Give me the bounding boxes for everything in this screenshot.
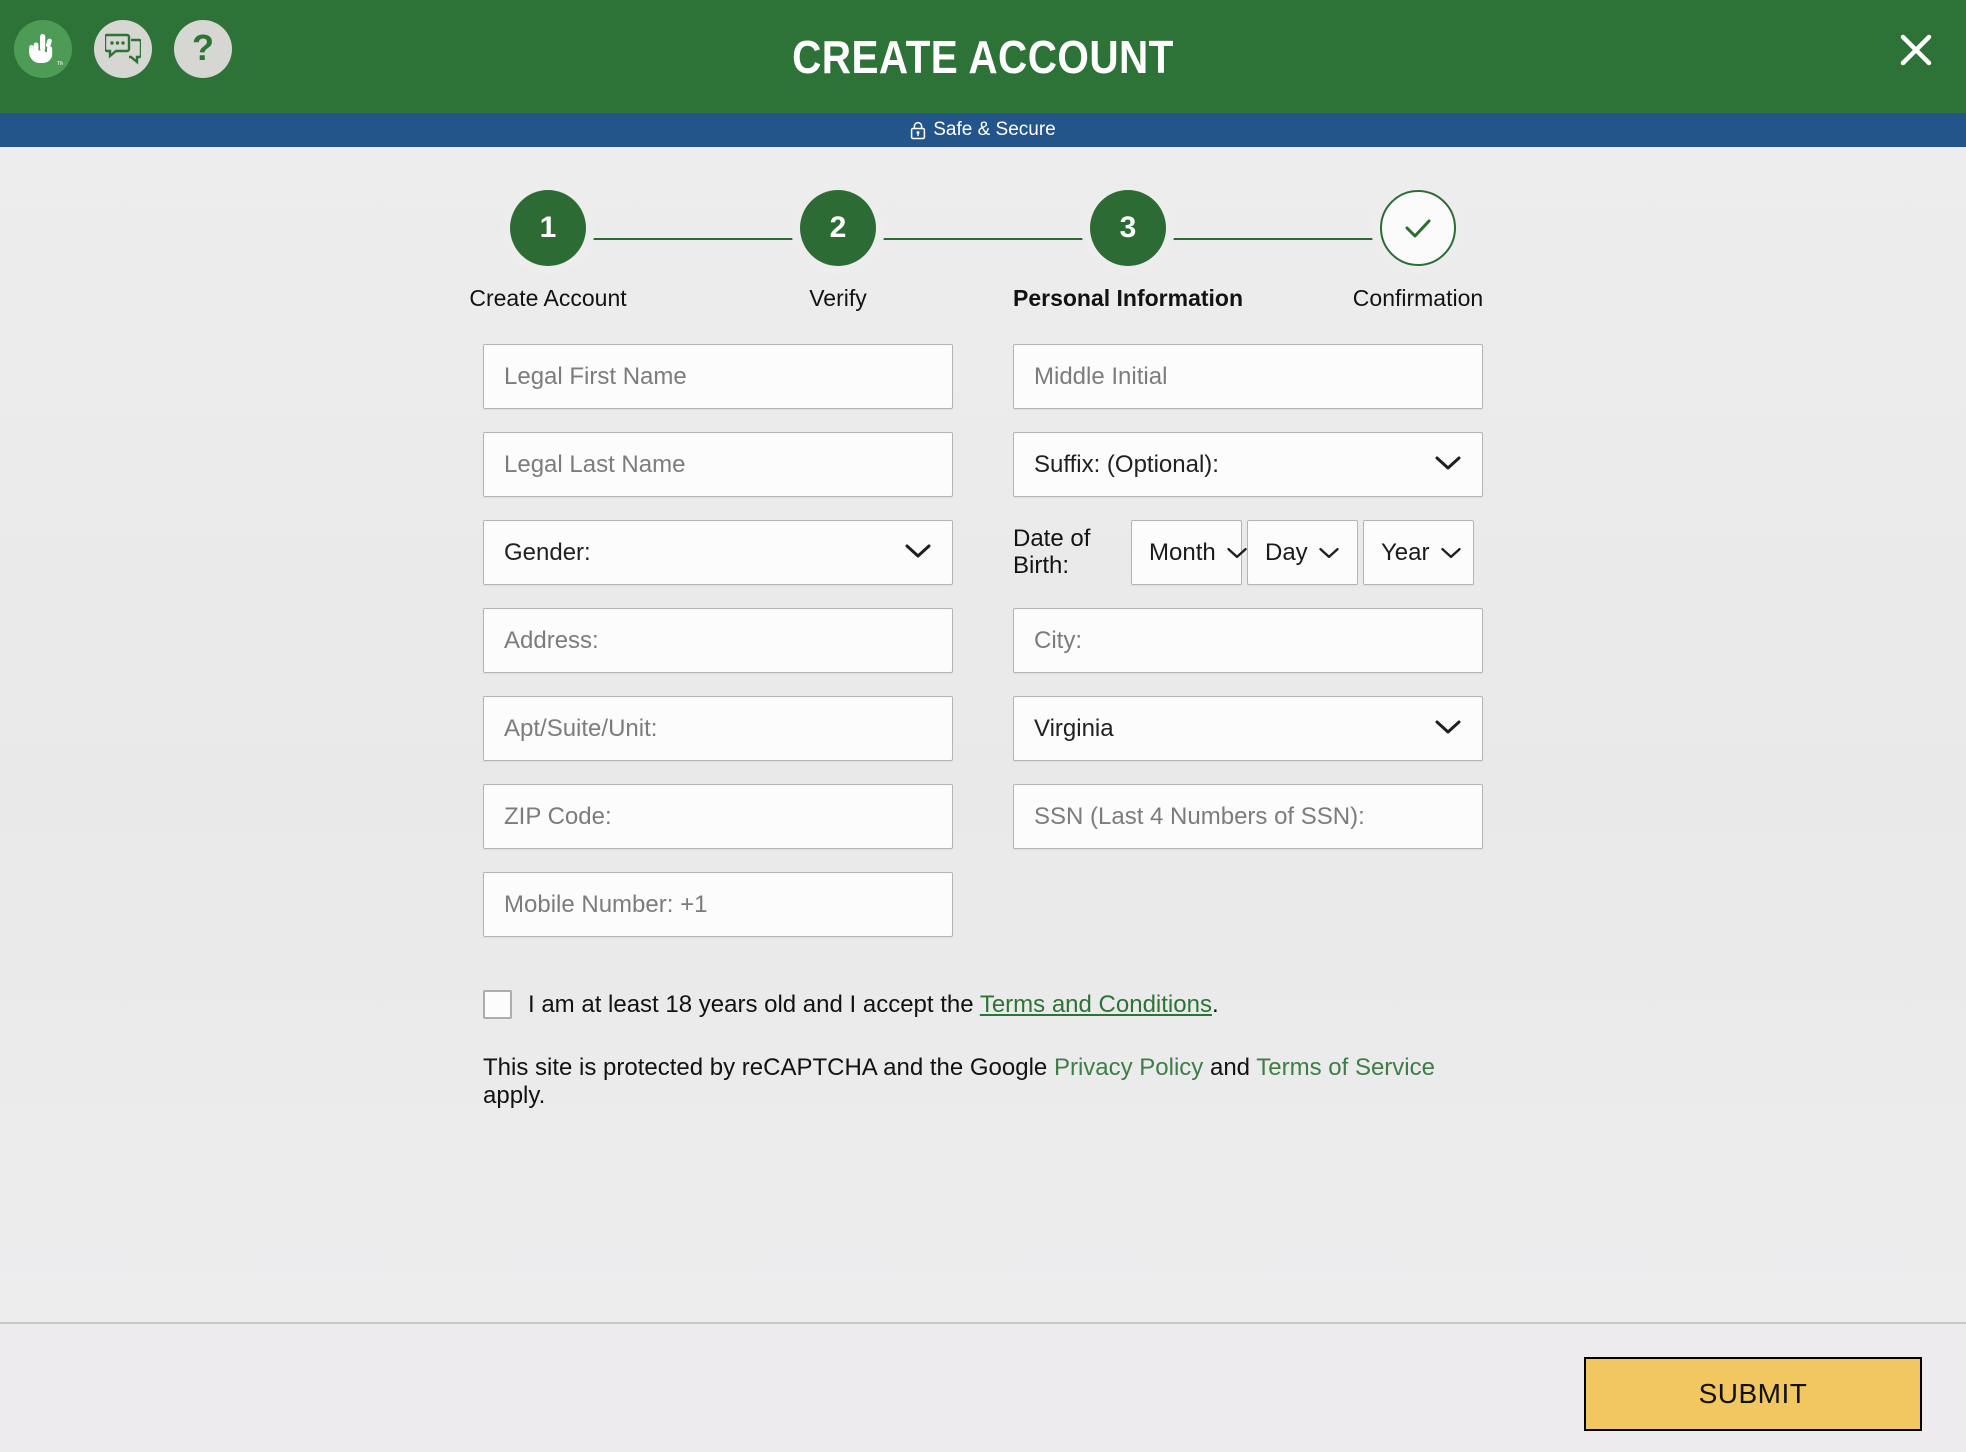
- dob-month-value: Month: [1149, 538, 1216, 566]
- recaptcha-text-1: This site is protected by reCAPTCHA and …: [483, 1054, 1054, 1081]
- chevron-down-icon: [1434, 451, 1462, 479]
- stepper-step-create-account[interactable]: 1 Create Account: [453, 190, 643, 312]
- progress-stepper: 1 Create Account 2 Verify 3 Personal Inf…: [453, 190, 1513, 312]
- terms-text: I am at least 18 years old and I accept …: [528, 991, 1219, 1019]
- middle-initial-cell: Middle Initial: [1013, 344, 1483, 409]
- ssn-input[interactable]: SSN (Last 4 Numbers of SSN):: [1013, 784, 1483, 849]
- stepper-step-verify[interactable]: 2 Verify: [743, 190, 933, 312]
- terms-text-before: I am at least 18 years old and I accept …: [528, 990, 980, 1018]
- terms-text-after: .: [1211, 990, 1219, 1018]
- stepper-label-3: Personal Information: [1012, 285, 1244, 311]
- dob-label-line2: Birth:: [1013, 551, 1070, 579]
- legal-first-name-input[interactable]: Legal First Name: [483, 344, 953, 409]
- stepper-circle-1: 1: [510, 190, 586, 266]
- dob-day-select[interactable]: Day: [1247, 520, 1358, 585]
- lock-icon: [911, 121, 926, 139]
- first-name-cell: Legal First Name: [483, 344, 953, 409]
- gender-cell: Gender:: [483, 520, 953, 585]
- chevron-down-icon: [904, 539, 932, 567]
- chevron-down-icon: [1440, 539, 1462, 567]
- age-terms-row: I am at least 18 years old and I accept …: [483, 990, 1483, 1019]
- recaptcha-text-3: apply.: [483, 1082, 546, 1109]
- suffix-cell: Suffix: (Optional):: [1013, 432, 1483, 497]
- mobile-number-input[interactable]: Mobile Number: +1: [483, 872, 953, 937]
- modal-body: 1 Create Account 2 Verify 3 Personal Inf…: [0, 147, 1966, 1322]
- svg-text:TM: TM: [57, 61, 63, 67]
- stepper-step-confirmation[interactable]: Confirmation: [1323, 190, 1513, 312]
- legal-last-name-input[interactable]: Legal Last Name: [483, 432, 953, 497]
- zip-cell: ZIP Code:: [483, 784, 953, 849]
- secure-banner-text: Safe & Secure: [933, 119, 1056, 140]
- create-account-modal: TM ? CREATE ACCOUNT Safe & Secure 1 Crea…: [0, 0, 1966, 1452]
- dob-day-value: Day: [1265, 538, 1308, 566]
- stepper-label-2: Verify: [809, 285, 867, 311]
- mobile-cell: Mobile Number: +1: [483, 872, 953, 937]
- middle-initial-input[interactable]: Middle Initial: [1013, 344, 1483, 409]
- stepper-label-4: Confirmation: [1352, 285, 1484, 311]
- terms-of-service-link[interactable]: Terms of Service: [1256, 1054, 1435, 1081]
- ssn-cell: SSN (Last 4 Numbers of SSN):: [1013, 784, 1483, 849]
- address-input[interactable]: Address:: [483, 608, 953, 673]
- dob-year-select[interactable]: Year: [1363, 520, 1474, 585]
- state-cell: Virginia: [1013, 696, 1483, 761]
- suffix-select[interactable]: Suffix: (Optional):: [1013, 432, 1483, 497]
- terms-and-conditions-link[interactable]: Terms and Conditions: [980, 991, 1212, 1018]
- stepper-circle-4-check-icon: [1380, 190, 1456, 266]
- recaptcha-notice: This site is protected by reCAPTCHA and …: [483, 1054, 1483, 1110]
- modal-footer: SUBMIT: [0, 1322, 1966, 1452]
- stepper-label-1: Create Account: [469, 285, 627, 311]
- submit-button[interactable]: SUBMIT: [1584, 1357, 1922, 1431]
- empty-cell: [1013, 872, 1483, 937]
- stepper-circle-2: 2: [800, 190, 876, 266]
- dob-label-line1: Date of: [1013, 524, 1091, 552]
- gender-select[interactable]: Gender:: [483, 520, 953, 585]
- privacy-policy-link[interactable]: Privacy Policy: [1054, 1054, 1203, 1081]
- secure-banner: Safe & Secure: [0, 113, 1966, 147]
- apt-suite-unit-input[interactable]: Apt/Suite/Unit:: [483, 696, 953, 761]
- dob-month-select[interactable]: Month: [1131, 520, 1247, 585]
- last-name-cell: Legal Last Name: [483, 432, 953, 497]
- chevron-down-icon: [1318, 539, 1340, 567]
- address-cell: Address:: [483, 608, 953, 673]
- apt-cell: Apt/Suite/Unit:: [483, 696, 953, 761]
- date-of-birth-group: Date of Birth: Month Day Year: [1013, 520, 1483, 585]
- city-input[interactable]: City:: [1013, 608, 1483, 673]
- personal-information-form: Legal First Name Middle Initial Legal La…: [483, 344, 1483, 1110]
- city-cell: City:: [1013, 608, 1483, 673]
- page-title: CREATE ACCOUNT: [792, 30, 1174, 83]
- recaptcha-text-2: and: [1203, 1054, 1257, 1081]
- modal-header: TM ? CREATE ACCOUNT: [0, 0, 1966, 113]
- asl-interpreter-icon[interactable]: TM: [14, 20, 72, 78]
- terms-checkbox[interactable]: [483, 990, 512, 1019]
- close-icon[interactable]: [1888, 22, 1944, 78]
- date-of-birth-label: Date of Birth:: [1013, 524, 1131, 580]
- chevron-down-icon: [1226, 539, 1248, 567]
- stepper-step-personal-information[interactable]: 3 Personal Information: [1013, 190, 1243, 312]
- chevron-down-icon: [1434, 715, 1462, 743]
- state-select[interactable]: Virginia: [1013, 696, 1483, 761]
- zip-code-input[interactable]: ZIP Code:: [483, 784, 953, 849]
- dob-year-value: Year: [1381, 538, 1430, 566]
- date-of-birth-cell: Date of Birth: Month Day Year: [1013, 520, 1483, 585]
- state-select-value: Virginia: [1034, 714, 1114, 742]
- suffix-select-value: Suffix: (Optional):: [1034, 450, 1219, 478]
- gender-select-value: Gender:: [504, 538, 591, 566]
- stepper-circle-3: 3: [1090, 190, 1166, 266]
